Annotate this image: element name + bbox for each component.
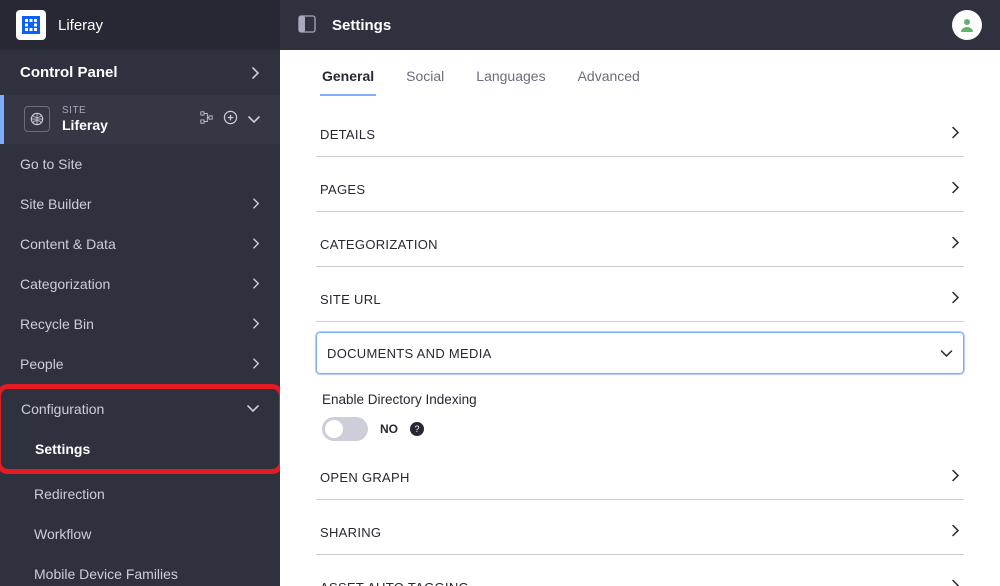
site-label: SITE bbox=[62, 105, 200, 117]
site-actions bbox=[200, 110, 260, 128]
brand-row: Liferay bbox=[0, 0, 280, 50]
topbar: Settings bbox=[280, 0, 1000, 50]
sidebar-item-mobile-device[interactable]: Mobile Device Families bbox=[0, 554, 280, 586]
liferay-logo-icon bbox=[22, 16, 40, 34]
main-area: Settings General Social Languages Advanc… bbox=[280, 0, 1000, 586]
chevron-right-icon bbox=[952, 291, 960, 307]
go-to-site-link[interactable]: Go to Site bbox=[0, 144, 280, 184]
section-details[interactable]: DETAILS bbox=[316, 112, 964, 157]
chevron-right-icon bbox=[952, 579, 960, 586]
sidebar-item-categorization[interactable]: Categorization bbox=[0, 264, 280, 304]
sidebar-item-label: Site Builder bbox=[20, 196, 92, 212]
chevron-right-icon bbox=[952, 181, 960, 197]
chevron-down-icon bbox=[247, 405, 259, 413]
sidebar-item-label: People bbox=[20, 356, 64, 372]
compass-icon bbox=[24, 106, 50, 132]
highlight-annotation: Configuration Settings bbox=[0, 384, 280, 474]
section-sharing[interactable]: SHARING bbox=[316, 510, 964, 555]
sidebar-item-label: Configuration bbox=[21, 401, 104, 417]
tab-social[interactable]: Social bbox=[404, 62, 446, 96]
tree-icon[interactable] bbox=[200, 111, 213, 127]
chevron-right-icon bbox=[252, 67, 260, 79]
content: DETAILS PAGES CATEGORIZATION SITE URL DO… bbox=[280, 96, 1000, 586]
sidebar-item-configuration[interactable]: Configuration bbox=[1, 389, 279, 429]
section-label: DETAILS bbox=[320, 127, 375, 142]
field-label-directory-indexing: Enable Directory Indexing bbox=[322, 392, 958, 407]
section-site-url[interactable]: SITE URL bbox=[316, 277, 964, 322]
brand-logo bbox=[16, 10, 46, 40]
sidebar-item-label: Mobile Device Families bbox=[34, 566, 178, 582]
tab-languages[interactable]: Languages bbox=[474, 62, 547, 96]
chevron-down-icon bbox=[940, 345, 953, 361]
toggle-directory-indexing[interactable] bbox=[322, 417, 368, 441]
chevron-right-icon bbox=[253, 278, 260, 289]
toggle-state-text: NO bbox=[380, 422, 398, 436]
section-label: PAGES bbox=[320, 182, 365, 197]
chevron-right-icon bbox=[253, 318, 260, 329]
sidebar-item-label: Content & Data bbox=[20, 236, 116, 252]
chevron-right-icon bbox=[952, 469, 960, 485]
chevron-right-icon bbox=[253, 238, 260, 249]
user-icon bbox=[959, 17, 975, 33]
chevron-right-icon bbox=[952, 126, 960, 142]
section-label: ASSET AUTO TAGGING bbox=[320, 580, 469, 586]
sidebar-item-recycle-bin[interactable]: Recycle Bin bbox=[0, 304, 280, 344]
section-open-graph[interactable]: OPEN GRAPH bbox=[316, 455, 964, 500]
sidebar-item-content-data[interactable]: Content & Data bbox=[0, 224, 280, 264]
section-label: DOCUMENTS AND MEDIA bbox=[327, 346, 492, 361]
section-asset-auto-tagging[interactable]: ASSET AUTO TAGGING bbox=[316, 565, 964, 586]
page-title: Settings bbox=[332, 17, 391, 34]
sidebar-item-label: Categorization bbox=[20, 276, 110, 292]
section-documents-media[interactable]: DOCUMENTS AND MEDIA bbox=[316, 332, 964, 374]
sidebar-item-workflow[interactable]: Workflow bbox=[0, 514, 280, 554]
sidebar-item-site-builder[interactable]: Site Builder bbox=[0, 184, 280, 224]
tab-general[interactable]: General bbox=[320, 62, 376, 96]
sidebar-item-label: Workflow bbox=[34, 526, 91, 542]
go-to-site-label: Go to Site bbox=[20, 156, 82, 172]
sidebar-item-settings[interactable]: Settings bbox=[1, 429, 279, 469]
control-panel-label: Control Panel bbox=[20, 64, 118, 81]
chevron-right-icon bbox=[253, 198, 260, 209]
site-name: Liferay bbox=[62, 117, 200, 134]
panel-toggle-icon[interactable] bbox=[298, 15, 316, 36]
section-label: CATEGORIZATION bbox=[320, 237, 438, 252]
plus-circle-icon[interactable] bbox=[223, 110, 238, 128]
brand-name: Liferay bbox=[58, 17, 103, 34]
documents-media-body: Enable Directory Indexing NO ? bbox=[316, 374, 964, 455]
chevron-down-icon[interactable] bbox=[248, 111, 260, 127]
chevron-right-icon bbox=[253, 358, 260, 369]
sidebar-item-label: Settings bbox=[35, 441, 90, 457]
site-texts: SITE Liferay bbox=[62, 105, 200, 134]
help-icon[interactable]: ? bbox=[410, 422, 424, 436]
section-label: OPEN GRAPH bbox=[320, 470, 410, 485]
toggle-row: NO ? bbox=[322, 417, 958, 441]
tab-advanced[interactable]: Advanced bbox=[576, 62, 642, 96]
section-label: SITE URL bbox=[320, 292, 381, 307]
control-panel-header[interactable]: Control Panel bbox=[0, 50, 280, 95]
section-categorization[interactable]: CATEGORIZATION bbox=[316, 222, 964, 267]
site-selector[interactable]: SITE Liferay bbox=[0, 95, 280, 144]
sidebar-item-label: Recycle Bin bbox=[20, 316, 94, 332]
tabs: General Social Languages Advanced bbox=[280, 50, 1000, 96]
sidebar-item-people[interactable]: People bbox=[0, 344, 280, 384]
chevron-right-icon bbox=[952, 236, 960, 252]
sidebar-item-redirection[interactable]: Redirection bbox=[0, 474, 280, 514]
sidebar: Liferay Control Panel SITE Liferay Go to… bbox=[0, 0, 280, 586]
chevron-right-icon bbox=[952, 524, 960, 540]
section-pages[interactable]: PAGES bbox=[316, 167, 964, 212]
sidebar-item-label: Redirection bbox=[34, 486, 105, 502]
section-label: SHARING bbox=[320, 525, 381, 540]
user-avatar[interactable] bbox=[952, 10, 982, 40]
